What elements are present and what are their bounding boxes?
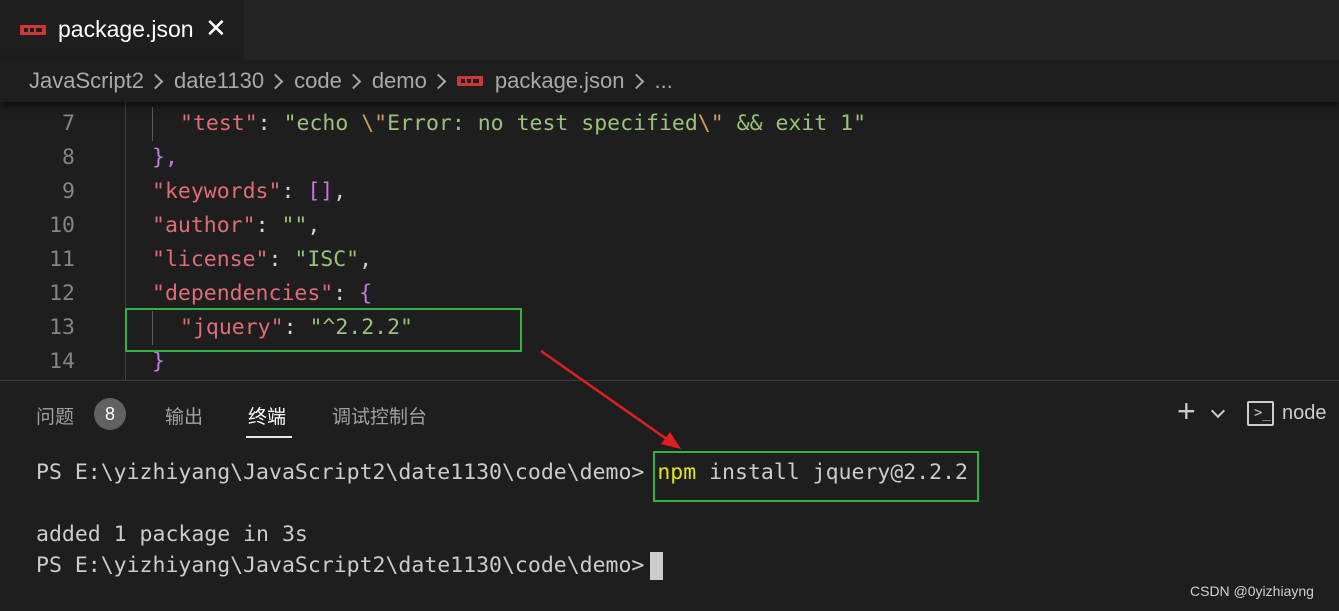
code-line: 7 "test": "echo \"Error: no test specifi… [0,107,1339,141]
breadcrumb-item-package-json[interactable]: package.json [495,68,625,94]
terminal-icon[interactable]: >_ [1247,401,1274,426]
breadcrumb-item-date1130[interactable]: date1130 [174,68,264,94]
code-text: "keywords": [], [152,179,347,204]
breadcrumb-item-ellipsis[interactable]: ... [655,68,673,94]
bottom-panel: 问题 8 输出 终端 调试控制台 + >_ node PS E:\yizhiya… [0,380,1339,611]
tab-package-json[interactable]: package.json ✕ [0,0,244,60]
line-number: 13 [49,315,75,340]
tab-output[interactable]: 输出 [165,402,203,429]
jquery-dependency-highlight [125,308,522,352]
close-icon[interactable]: ✕ [205,14,227,42]
code-text: "license": "ISC", [152,247,373,272]
line-number: 12 [49,281,75,306]
chevron-right-icon [345,73,362,89]
code-line: 9 "keywords": [], [0,175,1339,209]
code-text: "test": "echo \"Error: no test specified… [180,111,867,136]
chevron-right-icon [430,73,447,89]
chevron-right-icon [147,73,164,89]
terminal-prompt-line[interactable]: PS E:\yizhiyang\JavaScript2\date1130\cod… [36,551,664,581]
line-number: 10 [49,213,75,238]
watermark: CSDN @0yizhiayng [1190,583,1314,599]
chevron-right-icon [628,73,644,89]
indent-guide [152,107,153,141]
problems-count-badge: 8 [94,398,126,430]
chevron-down-icon[interactable] [1210,403,1226,419]
line-number: 8 [62,145,75,170]
code-line: 10 "author": "", [0,209,1339,243]
tab-bar: package.json ✕ [0,0,1339,60]
code-line: 12 "dependencies": { [0,277,1339,311]
code-text: }, [152,145,178,170]
active-tab-indicator [246,436,292,438]
add-terminal-icon[interactable]: + [1177,395,1196,427]
line-number: 14 [49,349,75,374]
terminal-prompt: PS E:\yizhiyang\JavaScript2\date1130\cod… [36,460,645,485]
code-text: "dependencies": { [152,281,373,306]
npm-icon [456,76,483,86]
code-text: "author": "", [152,213,321,238]
breadcrumb-item-code[interactable]: code [294,68,342,94]
line-number: 7 [62,111,75,136]
chevron-right-icon [267,73,284,89]
terminal-cursor [650,552,664,580]
terminal-output: added 1 package in 3s [36,522,308,547]
line-number: 9 [62,179,75,204]
code-line: 8 }, [0,141,1339,175]
line-number: 11 [49,247,75,272]
tab-debug-console[interactable]: 调试控制台 [332,402,427,429]
code-line: 11 "license": "ISC", [0,243,1339,277]
breadcrumb-item-demo[interactable]: demo [372,68,427,94]
tab-terminal[interactable]: 终端 [248,402,286,429]
npm-icon [20,25,46,35]
breadcrumb-item-javascript2[interactable]: JavaScript2 [29,68,144,94]
tab-label: package.json [58,16,194,42]
command-highlight [653,451,979,502]
tab-problems[interactable]: 问题 [36,402,74,429]
breadcrumb: JavaScript2 date1130 code demo package.j… [0,60,1339,102]
terminal-prompt: PS E:\yizhiyang\JavaScript2\date1130\cod… [36,553,645,578]
terminal-name[interactable]: node [1282,402,1327,425]
